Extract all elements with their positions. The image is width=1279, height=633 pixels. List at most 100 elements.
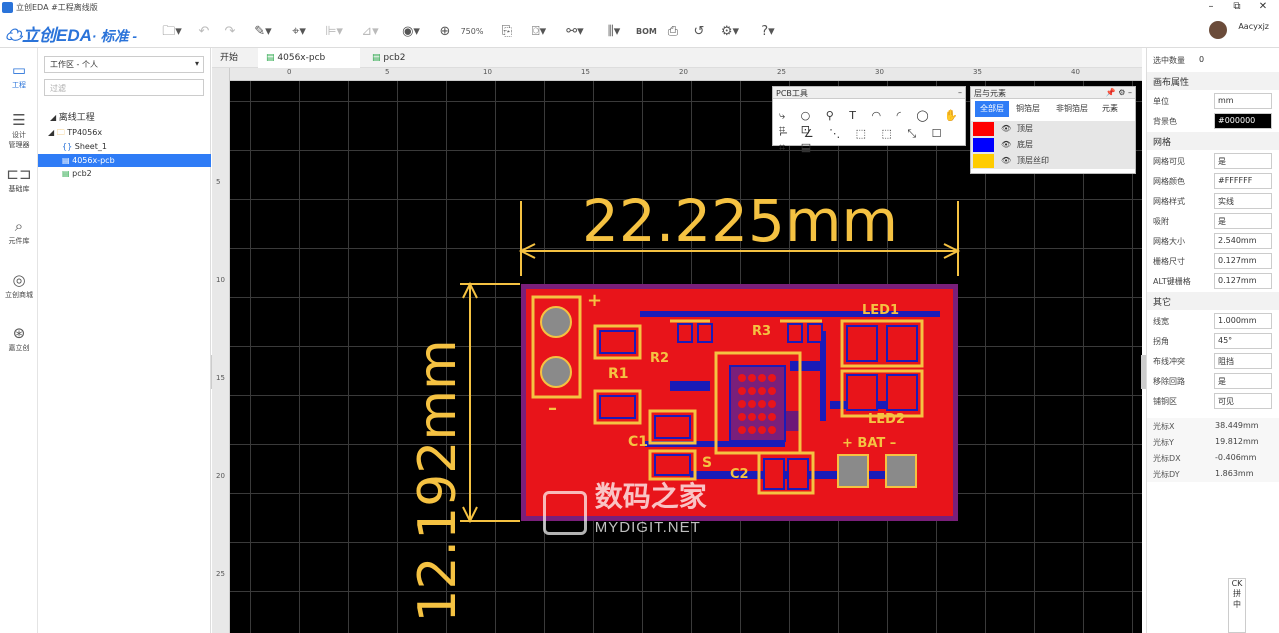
tools-menu-icon[interactable]: ⫼▾: [600, 23, 628, 41]
ime-mode: CK: [1231, 579, 1243, 588]
layer-tab-copper[interactable]: 铜箔层: [1011, 101, 1045, 117]
tree-item-label: TP4056x: [67, 128, 103, 137]
prop-label: 选中数量: [1153, 56, 1185, 65]
folder-menu-icon[interactable]: 🗀▾: [158, 23, 186, 41]
eye-icon[interactable]: 👁: [1001, 153, 1011, 169]
camera-menu-icon[interactable]: ⌼▾: [526, 23, 552, 41]
tree-item-offline-project[interactable]: ◢ 离线工程: [38, 111, 211, 124]
component-library-icon: ⌕: [14, 217, 24, 235]
unit-select[interactable]: mm: [1214, 93, 1272, 109]
pin-icon[interactable]: 📌 ⚙ –: [1106, 88, 1132, 97]
grid-visible-select[interactable]: 是: [1214, 153, 1272, 169]
zoom-icon[interactable]: ⊕: [436, 23, 454, 41]
minimize-button[interactable]: –: [1200, 1, 1222, 14]
place-menu-icon[interactable]: ⌖▾: [286, 23, 312, 41]
tree-item-4056x-pcb[interactable]: ▤ 4056x-pcb: [38, 154, 211, 167]
line-width-input[interactable]: 1.000mm: [1214, 313, 1272, 329]
view-menu-icon[interactable]: ◉▾: [396, 23, 426, 41]
layer-tab-non-copper[interactable]: 非铜箔层: [1051, 101, 1093, 117]
layer-row-top[interactable]: 👁 顶层: [971, 121, 1135, 137]
label-led1: LED1: [862, 303, 899, 318]
label-r3: R3: [752, 324, 771, 339]
label-minus: –: [548, 398, 557, 419]
layer-color-swatch[interactable]: [973, 154, 994, 168]
angle-select[interactable]: 45°: [1214, 333, 1272, 349]
maximize-button[interactable]: ⧉: [1226, 1, 1248, 14]
tree-item-pcb2[interactable]: ▤ pcb2: [38, 167, 211, 180]
tab-pcb2[interactable]: ▤ pcb2: [364, 48, 466, 68]
layer-name: 顶层丝印: [1017, 156, 1049, 165]
align-menu-icon[interactable]: ⊫▾: [322, 23, 346, 41]
ime-indicator[interactable]: CK 拼 中: [1228, 578, 1246, 633]
alt-snap-input[interactable]: 0.127mm: [1214, 273, 1272, 289]
filter-input[interactable]: 过滤: [44, 79, 204, 96]
export-icon[interactable]: ⎘: [498, 23, 516, 41]
grid-color-input[interactable]: #FFFFFF: [1214, 173, 1272, 189]
layer-color-swatch[interactable]: [973, 138, 994, 152]
layer-row-bottom[interactable]: 👁 底层: [971, 137, 1135, 153]
watermark: 数码之家 MYDIGIT.NET: [543, 483, 707, 541]
nav-design-manager[interactable]: ☰ 设计 管理器: [0, 110, 38, 150]
layers-title[interactable]: 层与元素 📌 ⚙ –: [971, 87, 1135, 99]
basic-library-icon: ⊏⊐: [6, 165, 32, 183]
layer-tab-elements[interactable]: 元素: [1097, 101, 1123, 117]
snap-size-input[interactable]: 0.127mm: [1214, 253, 1272, 269]
close-button[interactable]: ✕: [1252, 1, 1274, 14]
fabrication-icon[interactable]: ⎙: [664, 23, 682, 41]
unit-row: 单位 mm: [1147, 91, 1279, 111]
tree-item-tp4056x[interactable]: ◢ 🗀 TP4056x: [38, 126, 211, 139]
pcb-tools-title[interactable]: PCB工具 –: [773, 87, 965, 99]
eye-icon[interactable]: 👁: [1001, 121, 1011, 137]
minimize-panel-icon[interactable]: –: [958, 88, 962, 97]
section-grid[interactable]: 网格: [1147, 132, 1279, 150]
remove-loop-select[interactable]: 是: [1214, 373, 1272, 389]
layer-color-swatch[interactable]: [973, 122, 994, 136]
copper-row: 铺铜区 可见: [1147, 391, 1279, 411]
layer-tab-all[interactable]: 全部层: [975, 101, 1009, 117]
share-menu-icon[interactable]: ⚯▾: [562, 23, 588, 41]
nav-project[interactable]: ▭ 工程: [0, 60, 38, 90]
ruler-tick: 10: [216, 276, 225, 284]
prop-label: 栅格尺寸: [1153, 257, 1185, 266]
ruler-tick: 15: [581, 68, 590, 76]
zoom-level[interactable]: 750%: [454, 23, 490, 41]
watermark-logo-icon: [543, 490, 587, 535]
route-menu-icon[interactable]: ⊿▾: [356, 23, 384, 41]
section-canvas[interactable]: 画布属性: [1147, 72, 1279, 90]
tree-item-sheet1[interactable]: {} Sheet_1: [38, 140, 211, 153]
section-other[interactable]: 其它: [1147, 292, 1279, 310]
label-led2: LED2: [868, 412, 905, 427]
snap-select[interactable]: 是: [1214, 213, 1272, 229]
redo-icon[interactable]: ↷: [222, 23, 238, 41]
settings-menu-icon[interactable]: ⚙▾: [716, 23, 744, 41]
help-menu-icon[interactable]: ?▾: [754, 23, 782, 41]
workspace-select[interactable]: 工作区 - 个人 ▾: [44, 56, 204, 73]
tab-4056x-pcb[interactable]: ▤ 4056x-pcb: [258, 48, 360, 68]
grid-size-input[interactable]: 2.540mm: [1214, 233, 1272, 249]
nav-lcsc-mall[interactable]: ◎ 立创商城: [0, 270, 38, 300]
user-name[interactable]: Aacyxjz: [1238, 22, 1269, 31]
height-dimension[interactable]: [460, 281, 520, 524]
prop-label: 光标DX: [1153, 454, 1181, 463]
nav-basic-library[interactable]: ⊏⊐ 基础库: [0, 164, 38, 194]
copper-select[interactable]: 可见: [1214, 393, 1272, 409]
bom-button[interactable]: BOM: [636, 23, 657, 41]
avatar[interactable]: [1209, 21, 1227, 39]
nav-jlc[interactable]: ⊛ 嘉立创: [0, 323, 38, 353]
brand-logo[interactable]: ☁立创EDA· 标准 -: [5, 21, 137, 46]
bg-color-input[interactable]: #000000: [1214, 113, 1272, 129]
grid-style-select[interactable]: 实线: [1214, 193, 1272, 209]
undo-icon[interactable]: ↶: [196, 23, 212, 41]
nav-component-library[interactable]: ⌕ 元件库: [0, 216, 38, 246]
history-icon[interactable]: ↺: [690, 23, 708, 41]
eye-icon[interactable]: 👁: [1001, 137, 1011, 153]
layer-row-top-silk[interactable]: 👁 顶层丝印: [971, 153, 1135, 169]
jlc-icon: ⊛: [12, 324, 26, 342]
tab-start[interactable]: 开始: [212, 48, 246, 68]
document-tabs: 开始 ▤ 4056x-pcb ▤ pcb2: [212, 48, 1142, 68]
pencil-menu-icon[interactable]: ✎▾: [250, 23, 276, 41]
pcb-tools-row-2[interactable]: ⌐ ∠ ⋱ ⬚ ⬚ ⤡ ☐ ⌗ ⬓: [779, 127, 965, 155]
prop-label: 网格颜色: [1153, 177, 1185, 186]
ruler-tick: 30: [875, 68, 884, 76]
conflict-select[interactable]: 阻挡: [1214, 353, 1272, 369]
